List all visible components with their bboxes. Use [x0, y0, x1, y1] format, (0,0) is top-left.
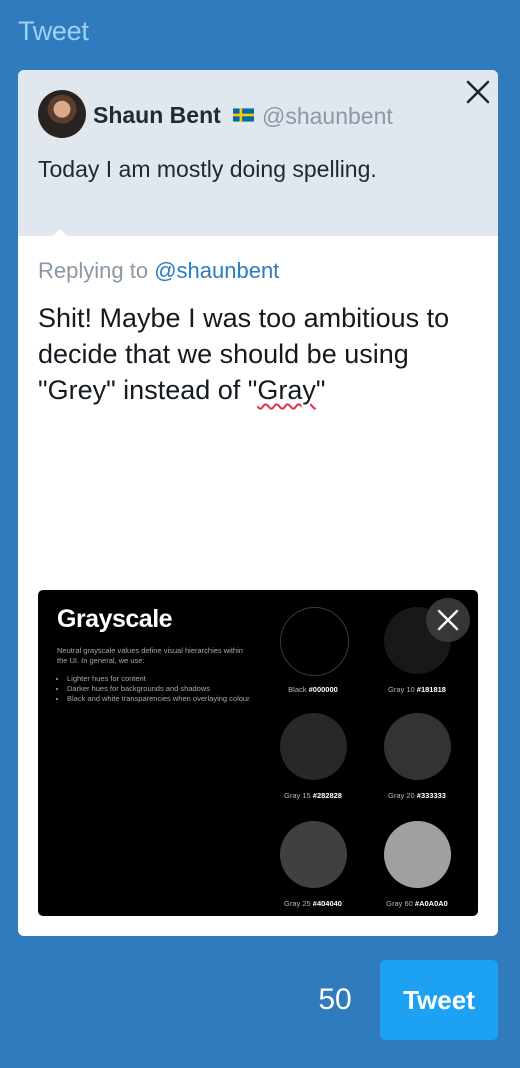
color-swatch — [280, 821, 347, 888]
swatch-label: Gray 10 #181818 — [362, 685, 472, 694]
swatch-hex: #000000 — [308, 685, 338, 694]
quoted-tweet: Shaun Bent @shaunbent Today I am mostly … — [18, 70, 498, 237]
character-count: 50 — [318, 983, 352, 1016]
reply-pointer — [52, 229, 68, 237]
misspelled-word[interactable]: Gray — [257, 375, 316, 405]
reply-text-before: Shit! Maybe I was too ambitious to decid… — [38, 303, 450, 405]
image-attachment: Grayscale Neutral grayscale values defin… — [38, 590, 478, 916]
handle: @shaunbent — [262, 103, 393, 129]
replying-handle-link[interactable]: @shaunbent — [154, 258, 279, 283]
color-swatch — [384, 713, 451, 780]
swatch-name: Gray 25 — [284, 899, 313, 908]
attachment-description: Neutral grayscale values define visual h… — [57, 646, 243, 665]
remove-attachment-button[interactable] — [426, 598, 470, 642]
attachment-list: Lighter hues for content Darker hues for… — [57, 674, 257, 704]
swatch-hex: #A0A0A0 — [414, 899, 448, 908]
swatch-name: Gray 15 — [284, 791, 313, 800]
swatch-label: Gray 20 #333333 — [362, 791, 472, 800]
swatch-label: Gray 25 #404040 — [258, 899, 368, 908]
swatch-hex: #333333 — [416, 791, 446, 800]
quoted-tweet-text: Today I am mostly doing spelling. — [38, 156, 377, 182]
tweet-button[interactable]: Tweet — [380, 960, 498, 1040]
swatch-hex: #181818 — [416, 685, 446, 694]
swatch-name: Black — [288, 685, 309, 694]
color-swatch — [280, 713, 347, 780]
swatch-hex: #282828 — [312, 791, 342, 800]
display-name: Shaun Bent — [93, 102, 221, 128]
reply-textarea[interactable]: Shit! Maybe I was too ambitious to decid… — [38, 300, 486, 408]
replying-prefix: Replying to — [38, 258, 149, 283]
header-title: Tweet — [18, 16, 89, 46]
color-swatch — [384, 821, 451, 888]
list-item: Lighter hues for content — [67, 674, 257, 684]
swatch-name: Gray 60 — [386, 899, 415, 908]
swatch-name: Gray 20 — [388, 791, 417, 800]
sweden-flag-icon — [233, 108, 254, 122]
close-icon[interactable] — [464, 78, 492, 106]
swatch-hex: #404040 — [312, 899, 342, 908]
color-swatch — [280, 607, 349, 676]
swatch-name: Gray 10 — [388, 685, 417, 694]
swatch-label: Gray 15 #282828 — [258, 791, 368, 800]
reply-text-after: " — [315, 375, 326, 405]
swatch-label: Black #000000 — [258, 685, 368, 694]
avatar — [38, 90, 86, 138]
close-icon — [437, 609, 459, 631]
list-item: Black and white transparencies when over… — [67, 694, 257, 704]
list-item: Darker hues for backgrounds and shadows — [67, 684, 257, 694]
compose-panel: Shaun Bent @shaunbent Today I am mostly … — [18, 70, 498, 936]
swatch-label: Gray 60 #A0A0A0 — [362, 899, 472, 908]
attachment-title: Grayscale — [57, 605, 173, 633]
replying-to: Replying to @shaunbent — [38, 258, 279, 284]
